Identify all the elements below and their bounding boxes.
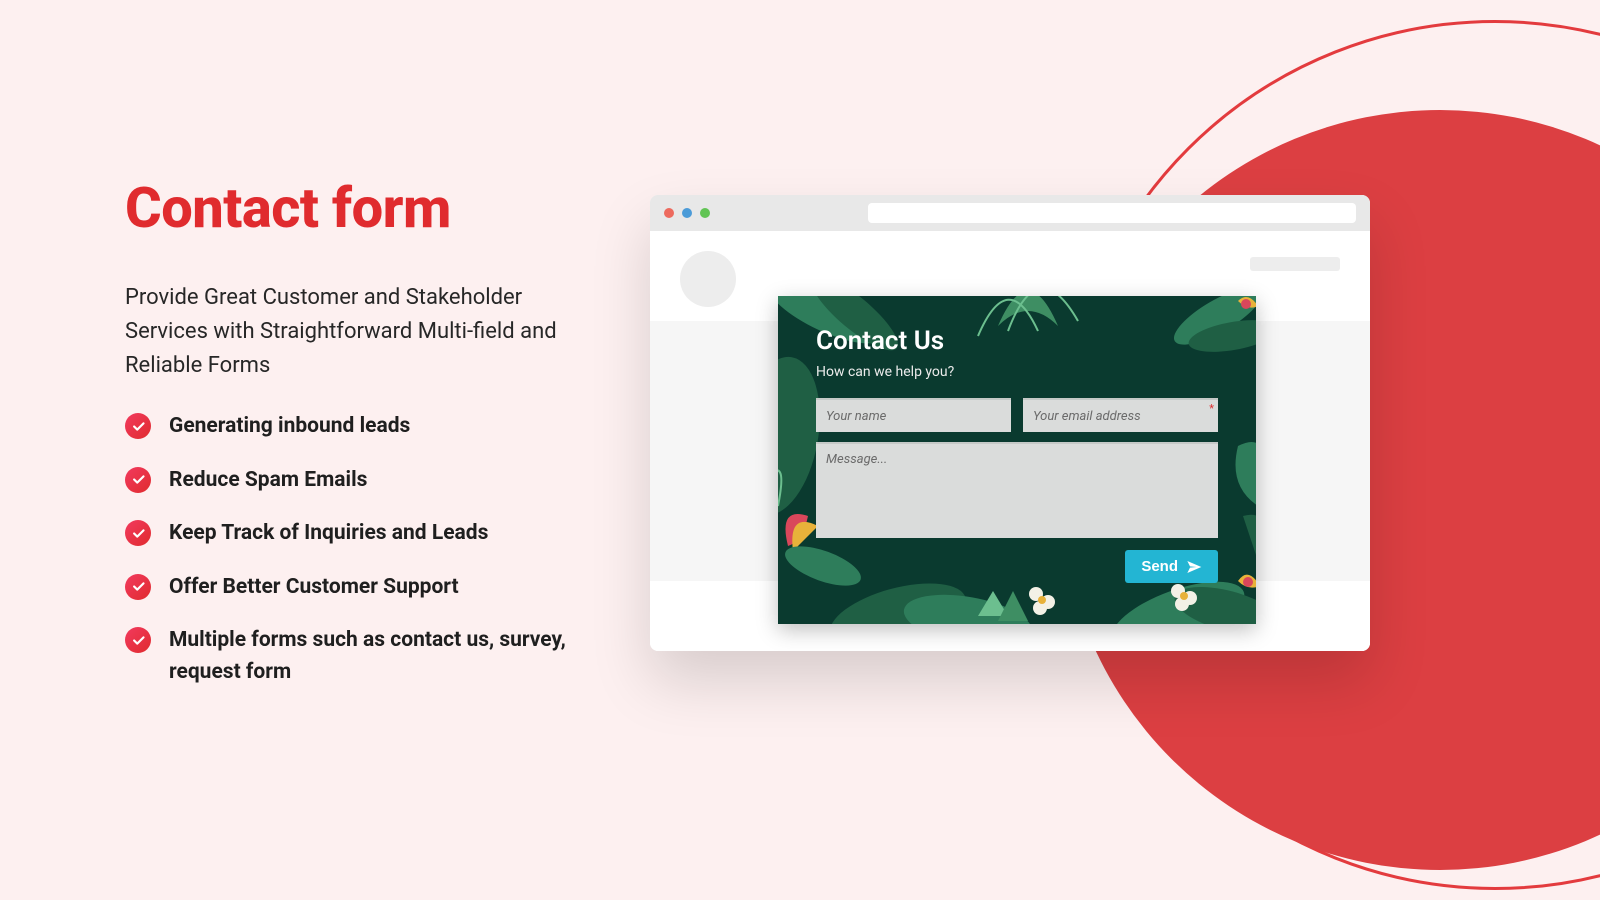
list-item-label: Multiple forms such as contact us, surve… [169,625,595,688]
window-close-icon [664,208,674,218]
check-icon [125,413,151,439]
check-icon [125,520,151,546]
list-item-label: Keep Track of Inquiries and Leads [169,518,488,550]
message-input[interactable]: Message... [816,442,1218,538]
check-icon [125,467,151,493]
avatar-placeholder [680,251,736,307]
feature-list: Generating inbound leads Reduce Spam Ema… [125,411,595,688]
send-button[interactable]: Send [1125,550,1218,583]
email-placeholder: Your email address [1033,409,1141,424]
contact-form-card: Contact Us How can we help you? Your nam… [778,296,1256,624]
list-item: Offer Better Customer Support [125,572,595,604]
address-bar[interactable] [868,203,1356,223]
check-icon [125,627,151,653]
required-indicator-icon: * [1209,402,1214,415]
send-button-label: Send [1141,558,1178,575]
list-item-label: Offer Better Customer Support [169,572,459,604]
form-content: Contact Us How can we help you? Your nam… [778,296,1256,583]
message-placeholder: Message... [826,452,887,467]
text-column: Contact form Provide Great Customer and … [125,175,595,710]
list-item: Multiple forms such as contact us, surve… [125,625,595,688]
name-input[interactable]: Your name [816,398,1011,432]
check-icon [125,574,151,600]
slide-canvas: Contact form Provide Great Customer and … [0,0,1600,900]
window-minimize-icon [682,208,692,218]
list-item-label: Reduce Spam Emails [169,465,367,497]
list-item: Reduce Spam Emails [125,465,595,497]
page-title: Contact form [125,175,595,241]
browser-titlebar [650,195,1370,231]
page-subtitle: Provide Great Customer and Stakeholder S… [125,281,595,383]
nav-placeholder [1250,257,1340,271]
browser-mockup: Contact Us How can we help you? Your nam… [650,195,1370,651]
window-zoom-icon [700,208,710,218]
email-input[interactable]: Your email address * [1023,398,1218,432]
list-item: Keep Track of Inquiries and Leads [125,518,595,550]
list-item: Generating inbound leads [125,411,595,443]
list-item-label: Generating inbound leads [169,411,410,443]
form-title: Contact Us [816,326,1218,356]
browser-viewport: Contact Us How can we help you? Your nam… [650,231,1370,651]
paper-plane-icon [1186,559,1202,575]
name-placeholder: Your name [826,409,886,424]
form-subtitle: How can we help you? [816,364,1218,380]
